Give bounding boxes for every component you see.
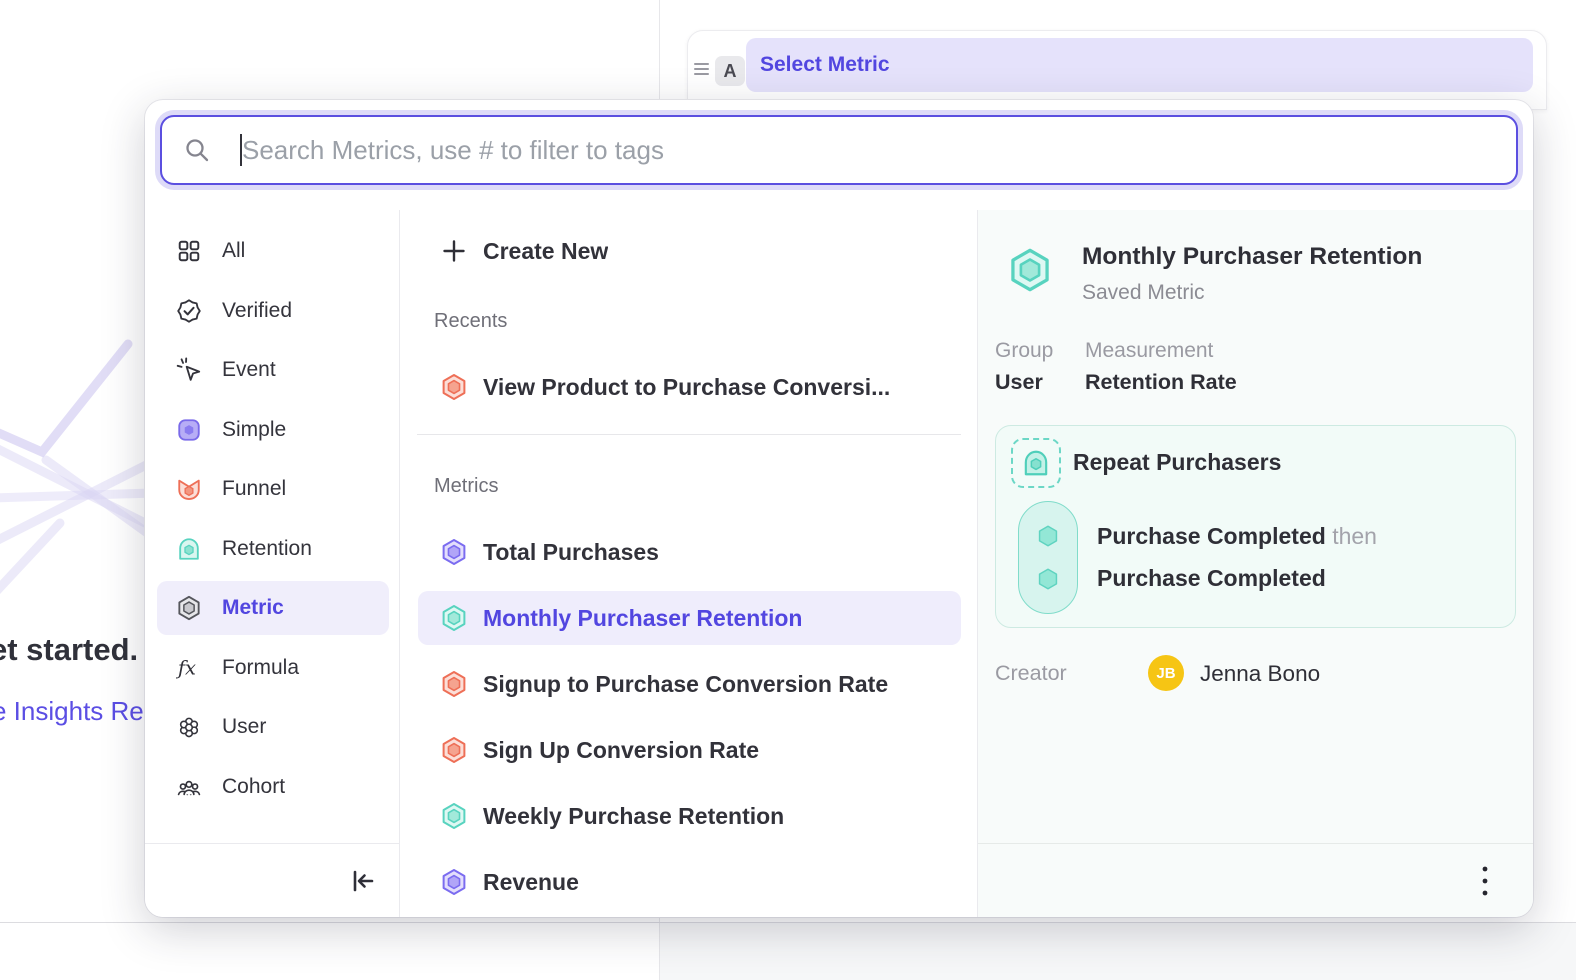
hexagon-coral-icon <box>440 373 468 401</box>
event-cursor-icon <box>176 357 202 383</box>
creator-label: Creator <box>995 661 1067 686</box>
metric-name: Total Purchases <box>483 539 659 566</box>
search-icon <box>184 137 210 163</box>
metric-list-item[interactable]: Signup to Purchase Conversion Rate <box>418 657 961 711</box>
search-bar <box>160 115 1518 185</box>
background-bottom-panel <box>660 923 1576 980</box>
funnel-steps-capsule <box>1018 501 1078 614</box>
metric-card: A Select Metric <box>687 30 1547 110</box>
hexagon-coral-icon <box>440 736 468 764</box>
step-hexagon-icon <box>1035 566 1061 597</box>
sidebar-footer <box>145 843 399 917</box>
detail-footer <box>978 843 1533 917</box>
sidebar-item-retention[interactable]: Retention <box>157 522 389 576</box>
create-new-button[interactable]: Create New <box>418 224 961 278</box>
sidebar-item-label: All <box>222 239 245 263</box>
svg-text:ƒx: ƒx <box>176 656 196 679</box>
metric-list-item[interactable]: Sign Up Conversion Rate <box>418 723 961 777</box>
metric-list-item[interactable]: Weekly Purchase Retention <box>418 789 961 843</box>
sidebar-item-simple[interactable]: Simple <box>157 403 389 457</box>
metric-name: View Product to Purchase Conversi... <box>483 374 890 401</box>
detail-subtitle: Saved Metric <box>1082 281 1205 305</box>
grid-icon <box>176 238 202 264</box>
collapse-sidebar-icon[interactable] <box>347 866 377 896</box>
sidebar-item-metric[interactable]: Metric <box>157 581 389 635</box>
creator-name: Jenna Bono <box>1200 661 1320 687</box>
metric-list-item[interactable]: Revenue <box>418 855 961 909</box>
metric-name: Weekly Purchase Retention <box>483 803 784 830</box>
select-metric-button[interactable]: Select Metric <box>746 38 1533 92</box>
simple-metric-icon <box>176 417 202 443</box>
sidebar-item-cohort[interactable]: Cohort <box>157 760 389 814</box>
sidebar-item-label: Retention <box>222 537 312 561</box>
series-letter-badge[interactable]: A <box>715 56 745 86</box>
metric-list-item[interactable]: Monthly Purchaser Retention <box>418 591 961 645</box>
sidebar-item-label: Metric <box>222 596 284 620</box>
definition-step: Purchase Completed then <box>1097 523 1377 550</box>
hexagon-purple-icon <box>440 538 468 566</box>
sidebar-item-all[interactable]: All <box>157 224 389 278</box>
sidebar-item-label: User <box>222 715 266 739</box>
drag-handle-icon[interactable] <box>694 63 710 79</box>
hexagon-teal-icon <box>440 802 468 830</box>
sidebar-item-label: Formula <box>222 656 299 680</box>
sidebar-item-event[interactable]: Event <box>157 343 389 397</box>
plus-icon <box>440 237 468 265</box>
group-label: Group <box>995 339 1053 363</box>
metric-picker-modal: All Verified Event Simple Funnel Retenti… <box>145 100 1533 917</box>
verified-badge-icon <box>176 298 202 324</box>
hexagon-teal-icon <box>440 604 468 632</box>
hexagon-purple-icon <box>440 868 468 896</box>
group-value: User <box>995 370 1043 395</box>
sidebar-item-user[interactable]: User <box>157 700 389 754</box>
metrics-section-label: Metrics <box>434 473 977 499</box>
measurement-value: Retention Rate <box>1085 370 1237 395</box>
metric-hexagon-teal-icon <box>1007 247 1053 298</box>
results-list: Create New Recents View Product to Purch… <box>400 210 978 917</box>
background-heading-fragment: et started. <box>0 632 138 668</box>
definition-name: Repeat Purchasers <box>1073 449 1281 476</box>
recent-metric-item[interactable]: View Product to Purchase Conversi... <box>418 360 961 414</box>
metric-name: Signup to Purchase Conversion Rate <box>483 671 888 698</box>
more-options-icon[interactable] <box>1469 864 1501 898</box>
background-link-fragment[interactable]: e Insights Re <box>0 696 144 727</box>
retention-arch-icon <box>176 536 202 562</box>
hexagon-coral-icon <box>440 670 468 698</box>
search-field[interactable] <box>160 115 1518 185</box>
recents-section-label: Recents <box>434 308 977 334</box>
metric-list-item[interactable]: Total Purchases <box>418 525 961 579</box>
sidebar-item-funnel[interactable]: Funnel <box>157 462 389 516</box>
repeat-purchasers-icon <box>1011 438 1061 488</box>
cohort-people-icon <box>176 774 202 800</box>
sidebar-item-label: Cohort <box>222 775 285 799</box>
screen: et started. e Insights Re A Select Metri… <box>0 0 1576 980</box>
creator-avatar: JB <box>1148 655 1184 691</box>
sidebar-item-label: Funnel <box>222 477 286 501</box>
picker-columns: All Verified Event Simple Funnel Retenti… <box>145 210 1533 917</box>
formula-fx-icon: ƒx <box>176 655 202 681</box>
search-input[interactable] <box>242 135 1516 166</box>
metric-name: Monthly Purchaser Retention <box>483 605 802 632</box>
definition-card: Repeat Purchasers Purchase Completed the… <box>995 425 1516 628</box>
sidebar-item-label: Verified <box>222 299 292 323</box>
sidebar-item-label: Simple <box>222 418 286 442</box>
metric-name: Sign Up Conversion Rate <box>483 737 759 764</box>
filter-sidebar: All Verified Event Simple Funnel Retenti… <box>145 210 400 917</box>
user-cluster-icon <box>176 714 202 740</box>
sidebar-item-formula[interactable]: ƒx Formula <box>157 641 389 695</box>
metric-hexagon-icon <box>176 595 202 621</box>
detail-title: Monthly Purchaser Retention <box>1082 243 1422 271</box>
sidebar-item-verified[interactable]: Verified <box>157 284 389 338</box>
sidebar-item-label: Event <box>222 358 276 382</box>
definition-step: Purchase Completed <box>1097 565 1326 592</box>
metric-name: Revenue <box>483 869 579 896</box>
metric-detail-panel: Monthly Purchaser Retention Saved Metric… <box>978 210 1533 917</box>
step-hexagon-icon <box>1035 523 1061 554</box>
measurement-label: Measurement <box>1085 339 1213 363</box>
list-divider <box>417 434 961 435</box>
funnel-icon <box>176 476 202 502</box>
